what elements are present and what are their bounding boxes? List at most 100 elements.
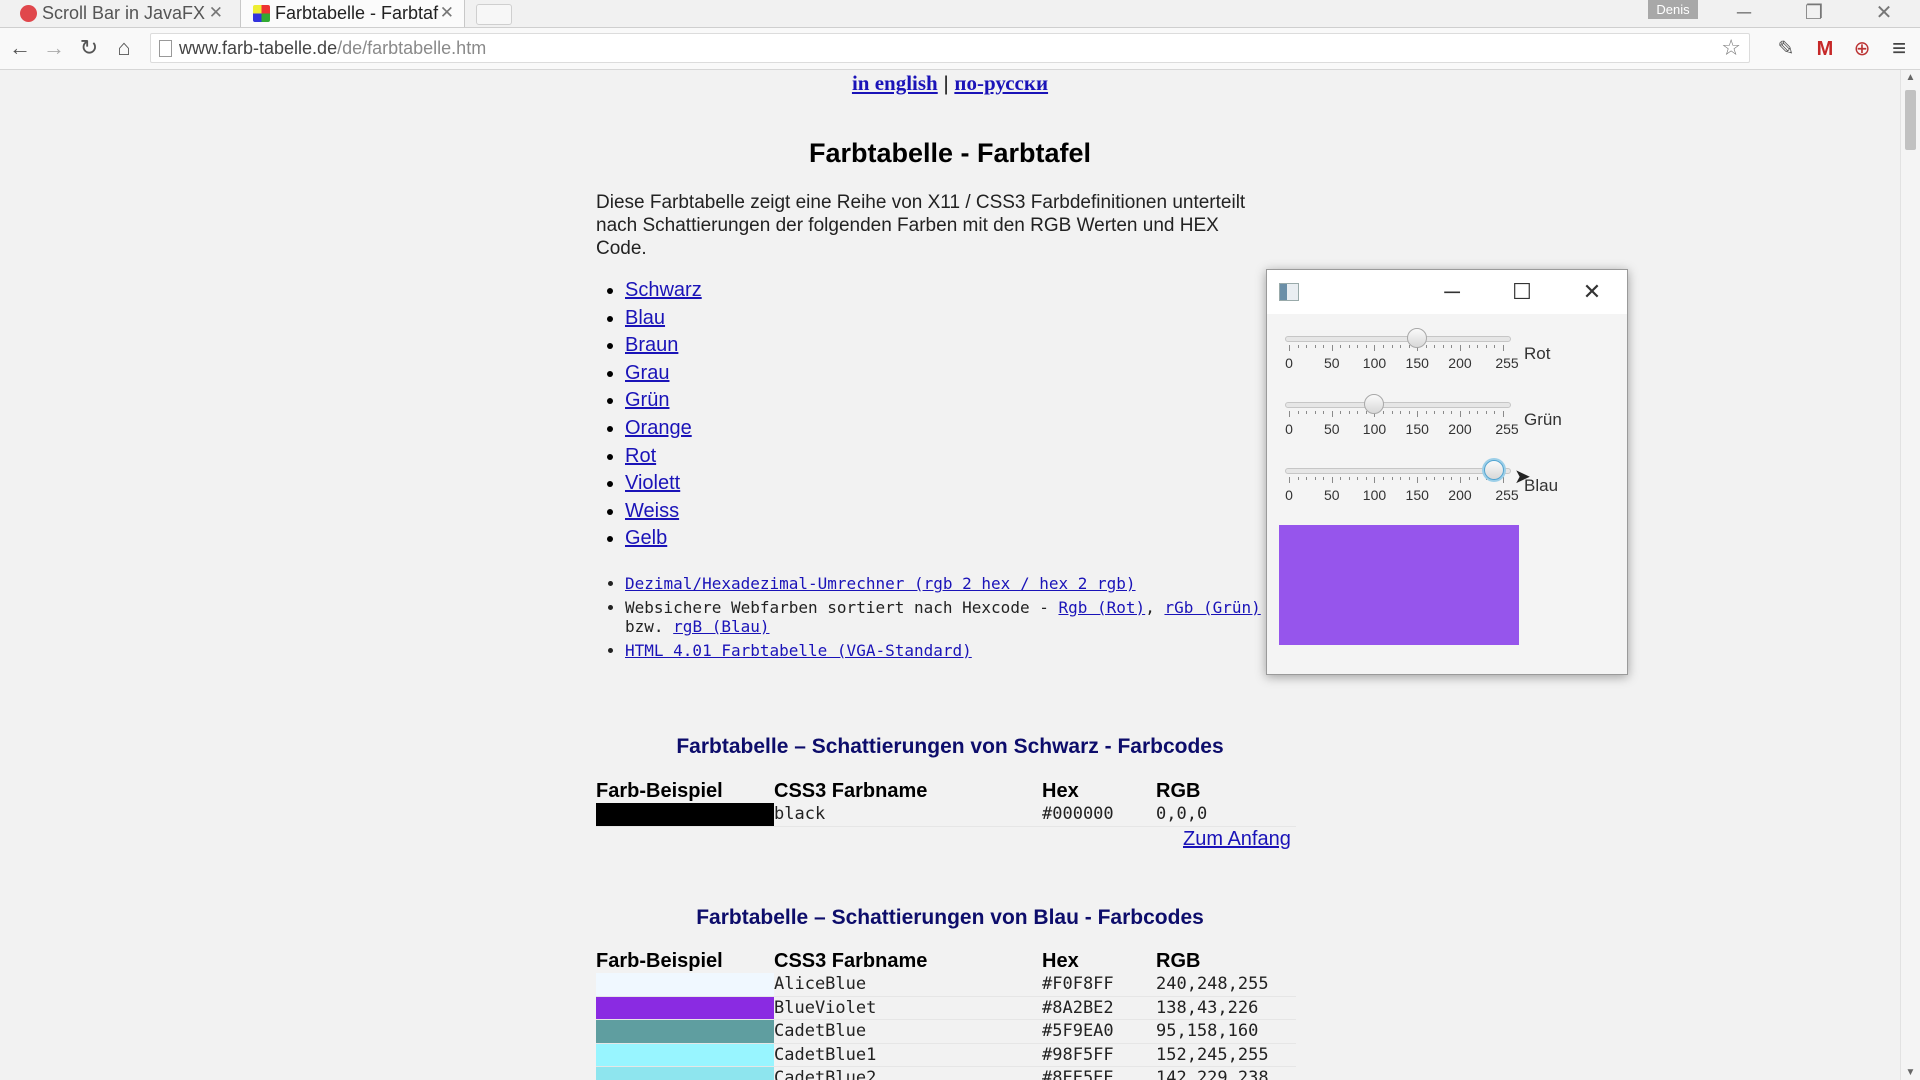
slider-tick-mark — [1306, 345, 1308, 348]
scroll-up-arrow-icon[interactable]: ▲ — [1901, 72, 1920, 83]
slider-tick-mark — [1357, 411, 1359, 414]
page-document-icon — [159, 40, 172, 57]
utility-link-list: Dezimal/Hexadezimal-Umrechner (rgb 2 hex… — [596, 574, 1285, 664]
link-rot[interactable]: Rot — [625, 445, 656, 467]
color-swatch — [596, 973, 774, 997]
new-tab-button[interactable] — [476, 4, 512, 25]
home-icon[interactable]: ⌂ — [110, 34, 138, 62]
fx-close-button[interactable]: ✕ — [1572, 276, 1612, 308]
link-weiss[interactable]: Weiss — [625, 500, 679, 522]
slider-ticks — [1285, 477, 1511, 483]
color-name-cell: CadetBlue — [774, 1019, 1038, 1044]
hex-cell: #8EE5EE — [1038, 1066, 1156, 1080]
window-minimize-button[interactable]: ─ — [1722, 0, 1766, 27]
link-hex-converter[interactable]: Dezimal/Hexadezimal-Umrechner (rgb 2 hex… — [625, 574, 1136, 593]
slider-tick-mark — [1391, 411, 1393, 414]
tab-close-icon[interactable]: ✕ — [440, 0, 454, 26]
link-in-english[interactable]: in english — [852, 71, 938, 95]
rgb-cell: 152,245,255 — [1156, 1043, 1296, 1067]
color-name-cell: CadetBlue1 — [774, 1043, 1038, 1067]
list-item: HTML 4.01 Farbtabelle (VGA-Standard) — [625, 641, 1285, 661]
window-close-button[interactable]: ✕ — [1862, 0, 1906, 27]
link-blau[interactable]: Blau — [625, 307, 665, 329]
table-row: AliceBlue #F0F8FF 240,248,255 — [596, 973, 1296, 997]
reload-icon[interactable]: ↻ — [75, 34, 103, 62]
slider-tick-label: 200 — [1448, 355, 1472, 371]
slider-track[interactable] — [1285, 336, 1511, 342]
link-grau[interactable]: Grau — [625, 362, 669, 384]
slider-tick-mark — [1289, 477, 1290, 483]
list-item: Dezimal/Hexadezimal-Umrechner (rgb 2 hex… — [625, 574, 1285, 594]
link-zum-anfang[interactable]: Zum Anfang — [1183, 828, 1291, 851]
fx-title-bar[interactable]: ─ ☐ ✕ — [1267, 270, 1627, 314]
link-schwarz[interactable]: Schwarz — [625, 279, 702, 301]
slider-tick-label: 200 — [1448, 421, 1472, 437]
tab-title: Farbtabelle - Farbtaf — [275, 3, 439, 23]
table-row: black #000000 0,0,0 — [596, 803, 1296, 827]
profile-user-button[interactable]: Denis — [1648, 0, 1698, 19]
link-websafe-gruen[interactable]: rGb (Grün) — [1164, 598, 1260, 617]
address-bar[interactable]: www.farb-tabelle.de/de/farbtabelle.htm ☆ — [150, 33, 1750, 63]
tab-scroll-bar-javafx[interactable]: Scroll Bar in JavaFX ✕ — [8, 0, 233, 27]
slider-tick-labels: 0 50 100 150 200 255 — [1285, 421, 1519, 437]
slider-tick-mark — [1323, 411, 1325, 414]
slider-track[interactable] — [1285, 468, 1511, 474]
scroll-down-arrow-icon[interactable]: ▼ — [1901, 1067, 1920, 1078]
color-swatch — [596, 1043, 774, 1067]
slider-tick-mark — [1357, 345, 1359, 348]
link-gruen[interactable]: Grün — [625, 389, 669, 411]
link-websafe-blau[interactable]: rgB (Blau) — [673, 617, 769, 636]
slider-tick-mark — [1459, 345, 1461, 351]
page-scrollbar[interactable]: ▲ ▼ — [1900, 70, 1920, 1080]
header-sample: Farb-Beispiel — [596, 780, 723, 802]
link-russian[interactable]: по-русски — [954, 71, 1048, 95]
window-restore-button[interactable]: ❐ — [1792, 0, 1836, 27]
forward-arrow-icon[interactable]: → — [40, 34, 68, 62]
link-gelb[interactable]: Gelb — [625, 527, 667, 549]
tab-close-icon[interactable]: ✕ — [209, 0, 223, 26]
gmail-extension-icon[interactable]: M — [1812, 36, 1838, 62]
slider-tick-mark — [1297, 411, 1299, 414]
link-orange[interactable]: Orange — [625, 417, 692, 439]
rgb-cell: 240,248,255 — [1156, 973, 1296, 997]
url-path: /de/farbtabelle.htm — [337, 38, 487, 58]
websafe-text: Websichere Webfarben sortiert nach Hexco… — [625, 597, 1059, 617]
slider-tick-mark — [1477, 345, 1479, 348]
slider-ticks — [1285, 345, 1511, 351]
slider-tick-mark — [1451, 477, 1453, 480]
bookmark-star-icon[interactable]: ☆ — [1721, 35, 1741, 61]
table-body-blau: AliceBlue #F0F8FF 240,248,255 BlueViolet #8A… — [596, 973, 1296, 1080]
browser-menu-icon[interactable]: ≡ — [1886, 36, 1912, 62]
link-violett[interactable]: Violett — [625, 472, 680, 494]
slider-tick-mark — [1365, 477, 1367, 480]
back-arrow-icon[interactable]: ← — [6, 34, 34, 62]
extension-puzzle-icon[interactable]: ⊕ — [1849, 36, 1875, 62]
hex-cell: #F0F8FF — [1038, 973, 1156, 997]
link-braun[interactable]: Braun — [625, 334, 678, 356]
slider-track[interactable] — [1285, 402, 1511, 408]
slider-row-rot: 0 50 100 150 200 255 Rot — [1285, 325, 1615, 385]
slider-row-gruen: 0 50 100 150 200 255 Grün — [1285, 391, 1615, 451]
slider-tick-mark — [1400, 477, 1402, 480]
color-palette-favicon-icon — [253, 5, 270, 22]
tab-farbtabelle[interactable]: Farbtabelle - Farbtaf ✕ — [240, 0, 465, 27]
slider-tick-label: 0 — [1285, 487, 1293, 503]
slider-tick-label: 100 — [1362, 355, 1387, 371]
url-text[interactable]: www.farb-tabelle.de/de/farbtabelle.htm — [179, 38, 486, 59]
slider-tick-label: 50 — [1323, 421, 1340, 437]
pinterest-favicon-icon — [20, 5, 37, 22]
extension-pencil-icon[interactable]: ✎ — [1773, 36, 1799, 62]
slider-tick-mark — [1502, 345, 1504, 351]
color-swatch — [596, 1066, 774, 1080]
fx-maximize-button[interactable]: ☐ — [1502, 276, 1542, 308]
link-websafe-rot[interactable]: Rgb (Rot) — [1058, 598, 1145, 617]
slider-tick-mark — [1417, 411, 1419, 417]
table-body-schwarz: black #000000 0,0,0 — [596, 803, 1296, 827]
slider-tick-mark — [1442, 411, 1444, 414]
scrollbar-thumb[interactable] — [1905, 90, 1916, 150]
fx-minimize-button[interactable]: ─ — [1432, 276, 1472, 308]
slider-tick-mark — [1374, 477, 1376, 483]
slider-tick-mark — [1340, 345, 1342, 348]
slider-tick-mark — [1451, 345, 1453, 348]
link-html401-table[interactable]: HTML 4.01 Farbtabelle (VGA-Standard) — [625, 641, 972, 660]
